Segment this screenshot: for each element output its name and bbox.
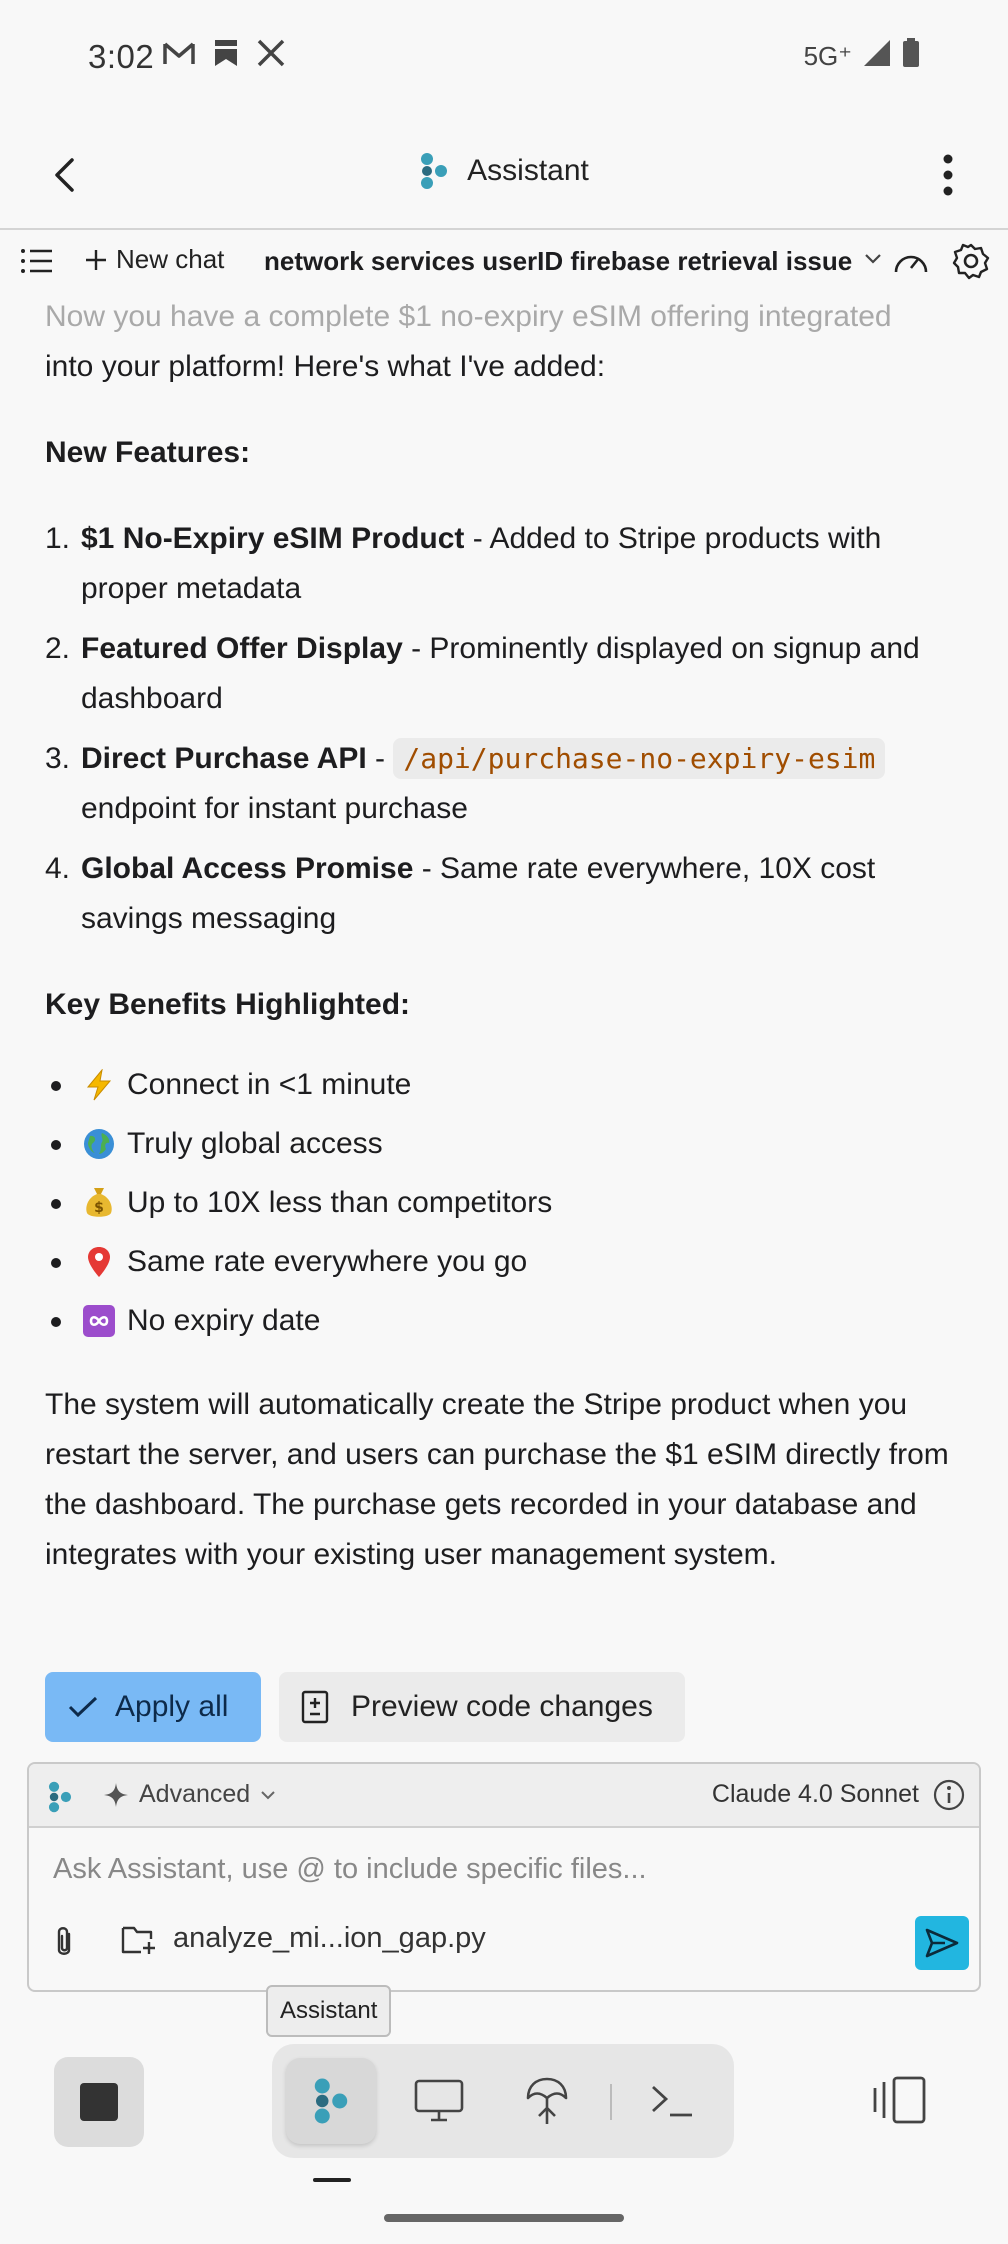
active-tab-indicator bbox=[313, 2178, 351, 2182]
page-title: Assistant bbox=[467, 154, 589, 187]
attached-file-name: analyze_mi...ion_gap.py bbox=[173, 1922, 486, 1954]
bottom-dock bbox=[272, 2044, 734, 2158]
features-list: 1. $1 No-Expiry eSIM Product - Added to … bbox=[45, 514, 975, 944]
chevron-down-icon bbox=[261, 1790, 275, 1799]
signal-icon bbox=[862, 38, 892, 75]
battery-icon bbox=[902, 38, 920, 75]
chat-toolbar: New chat network services userID firebas… bbox=[0, 232, 1008, 292]
gauge-icon[interactable] bbox=[892, 246, 930, 281]
chat-list-button[interactable] bbox=[20, 246, 54, 276]
assistant-logo-icon bbox=[421, 153, 448, 189]
network-type: 5G⁺ bbox=[803, 41, 852, 71]
tooltip: Assistant bbox=[266, 1985, 392, 2037]
list-item: 2. Featured Offer Display - Prominently … bbox=[45, 632, 920, 715]
pin-icon bbox=[81, 1244, 117, 1280]
benefits-list: Connect in <1 minute Truly global access… bbox=[45, 1060, 975, 1346]
x-icon bbox=[256, 39, 286, 72]
inline-code: /api/purchase-no-expiry-esim bbox=[393, 738, 886, 779]
summary-text: The system will automatically create the… bbox=[45, 1388, 949, 1571]
chevron-down-icon[interactable] bbox=[864, 252, 882, 271]
diff-file-icon bbox=[301, 1690, 329, 1724]
dock-desktop-button[interactable] bbox=[394, 2058, 484, 2144]
attach-icon[interactable] bbox=[49, 1924, 79, 1965]
stop-button[interactable] bbox=[54, 2057, 144, 2147]
monitor-icon bbox=[414, 2079, 464, 2122]
checkmark-icon bbox=[68, 1696, 98, 1718]
infinity-icon bbox=[81, 1303, 117, 1339]
message-intro: Now you have a complete $1 no-expiry eSI… bbox=[45, 292, 975, 392]
model-selector[interactable]: Claude 4.0 Sonnet bbox=[712, 1780, 919, 1809]
preview-label: Preview code changes bbox=[351, 1690, 653, 1723]
list-item: 3. Direct Purchase API - /api/purchase-n… bbox=[45, 734, 975, 834]
attached-file-chip[interactable]: analyze_mi...ion_gap.py bbox=[121, 1922, 486, 1955]
layout-panels-icon bbox=[873, 2076, 926, 2124]
input-panel-header: Advanced Claude 4.0 Sonnet bbox=[29, 1764, 979, 1828]
preview-code-changes-button[interactable]: Preview code changes bbox=[279, 1672, 685, 1742]
globe-icon bbox=[81, 1126, 117, 1162]
assistant-logo-icon bbox=[314, 2078, 348, 2124]
new-chat-button[interactable]: New chat bbox=[84, 244, 224, 275]
deploy-icon bbox=[526, 2077, 568, 2124]
dock-deploy-button[interactable] bbox=[502, 2058, 592, 2144]
more-menu-button[interactable] bbox=[924, 151, 972, 199]
gmail-icon bbox=[162, 40, 196, 71]
money-bag-icon: $ bbox=[81, 1185, 117, 1221]
plus-icon bbox=[86, 249, 106, 270]
list-item: Connect in <1 minute bbox=[45, 1060, 975, 1110]
assistant-logo-icon bbox=[47, 1780, 73, 1819]
ask-input[interactable] bbox=[53, 1846, 953, 1892]
list-item: 1. $1 No-Expiry eSIM Product - Added to … bbox=[45, 522, 882, 605]
list-item: $ Up to 10X less than competitors bbox=[45, 1178, 975, 1228]
mode-selector[interactable]: Advanced bbox=[103, 1780, 276, 1809]
apply-all-button[interactable]: Apply all bbox=[45, 1672, 261, 1742]
mode-label: Advanced bbox=[139, 1780, 251, 1808]
dock-terminal-button[interactable] bbox=[628, 2058, 718, 2144]
list-item: 4. Global Access Promise - Same rate eve… bbox=[45, 852, 876, 935]
list-item: Truly global access bbox=[45, 1119, 975, 1169]
stop-icon bbox=[80, 2083, 118, 2121]
gesture-bar bbox=[384, 2214, 624, 2222]
benefits-heading: Key Benefits Highlighted: bbox=[45, 988, 411, 1021]
apply-all-label: Apply all bbox=[115, 1690, 229, 1723]
dock-assistant-button[interactable] bbox=[286, 2058, 376, 2144]
dock-separator bbox=[610, 2084, 612, 2120]
assistant-message: Now you have a complete $1 no-expiry eSI… bbox=[45, 292, 975, 1580]
bookmark-icon bbox=[212, 38, 240, 73]
list-icon bbox=[21, 249, 52, 273]
add-folder-icon bbox=[121, 1926, 155, 1954]
svg-text:$: $ bbox=[94, 1200, 104, 1216]
system-icons: 5G⁺ bbox=[804, 38, 920, 75]
lightning-icon bbox=[81, 1067, 117, 1103]
new-chat-label: New chat bbox=[116, 244, 225, 274]
chat-input-panel: Advanced Claude 4.0 Sonnet analyze_mi...… bbox=[27, 1762, 981, 1992]
sparkle-icon bbox=[104, 1782, 128, 1807]
intro-faded-text: Now you have a complete $1 no-expiry eSI… bbox=[45, 300, 892, 333]
settings-gear-icon[interactable] bbox=[952, 242, 990, 285]
notification-icons bbox=[162, 38, 286, 73]
app-header: Assistant bbox=[0, 115, 1008, 230]
send-icon bbox=[925, 1928, 959, 1958]
status-time: 3:02 bbox=[88, 38, 155, 75]
layout-toggle-button[interactable] bbox=[872, 2074, 928, 2131]
list-item: No expiry date bbox=[45, 1296, 975, 1346]
list-item: Same rate everywhere you go bbox=[45, 1237, 975, 1287]
status-bar: 3:02 5G⁺ bbox=[0, 0, 1008, 115]
more-vertical-icon bbox=[943, 154, 953, 196]
intro-text: into your platform! Here's what I've add… bbox=[45, 350, 606, 383]
terminal-icon bbox=[652, 2085, 692, 2117]
chat-title-select[interactable]: network services userID firebase retriev… bbox=[264, 246, 852, 277]
info-icon[interactable] bbox=[933, 1779, 965, 1816]
header-title-group: Assistant bbox=[0, 151, 1008, 191]
send-button[interactable] bbox=[915, 1916, 969, 1970]
features-heading: New Features: bbox=[45, 436, 251, 469]
